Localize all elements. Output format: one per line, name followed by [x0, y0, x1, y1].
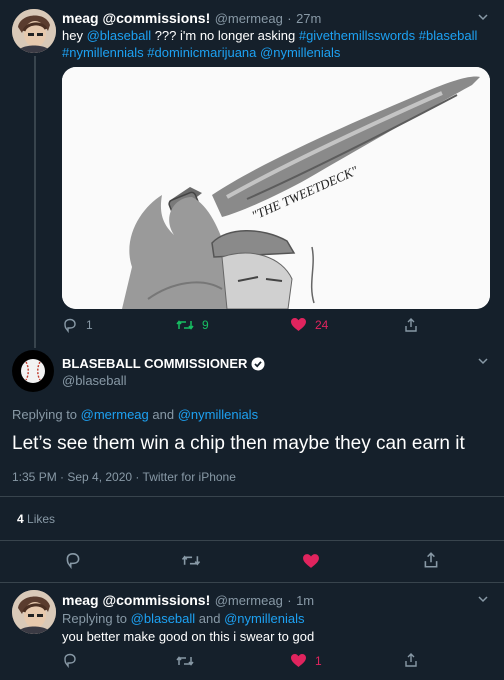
hashtag-link[interactable]: #givethemillsswords: [299, 28, 415, 43]
mention-link[interactable]: @nymillenials: [260, 45, 340, 60]
heart-icon: [291, 318, 306, 331]
separator: ·: [287, 11, 292, 26]
replying-to: Replying to @blaseball and @nymillenials: [62, 610, 304, 627]
retweet-count: 9: [202, 318, 209, 332]
share-icon: [405, 318, 417, 332]
replying-and: and: [195, 611, 225, 626]
retweet-button[interactable]: [176, 653, 194, 669]
divider: [0, 540, 504, 541]
tweet-text: hey @blaseball ??? i'm no longer asking …: [62, 27, 482, 61]
mention-link[interactable]: @blaseball: [87, 28, 152, 43]
avatar[interactable]: [12, 350, 54, 392]
text-segment: hey: [62, 28, 87, 43]
author-line: BLASEBALL COMMISSIONER: [62, 356, 265, 371]
likes-stat[interactable]: 4 Likes: [17, 512, 55, 526]
tweet-text: Let’s see them win a chip then maybe the…: [12, 433, 465, 454]
artwork-image: "THE TWEETDECK": [62, 67, 490, 309]
mention-link[interactable]: @nymillenials: [178, 407, 258, 422]
chevron-down-icon[interactable]: [478, 594, 488, 604]
reply-button[interactable]: [62, 652, 78, 668]
handle[interactable]: @mermeag: [215, 11, 283, 26]
mention-link[interactable]: @mermeag: [81, 407, 149, 422]
like-count: 24: [315, 317, 329, 332]
display-name[interactable]: meag @commissions!: [62, 592, 210, 608]
reply-button[interactable]: 1: [62, 317, 93, 333]
retweet-icon: [181, 555, 201, 566]
replying-label: Replying to: [12, 407, 81, 422]
retweet-button[interactable]: [181, 552, 201, 569]
verified-icon: [251, 357, 265, 370]
heart-icon: [303, 554, 319, 568]
likes-label: Likes: [23, 512, 56, 526]
timestamp[interactable]: 27m: [296, 11, 321, 26]
like-button[interactable]: 1: [290, 653, 322, 668]
retweet-button[interactable]: 9: [176, 317, 209, 333]
thread-line: [34, 56, 36, 348]
heart-icon: [291, 654, 306, 667]
hashtag-link[interactable]: #nymillennials: [62, 45, 144, 60]
hashtag-link[interactable]: #dominicmarijuana: [147, 45, 256, 60]
replying-to: Replying to @mermeag and @nymillenials: [12, 406, 258, 423]
share-button[interactable]: [403, 652, 419, 668]
like-count: 1: [315, 653, 322, 668]
divider: [0, 582, 504, 583]
handle[interactable]: @blaseball: [62, 372, 127, 389]
hashtag-link[interactable]: #blaseball: [419, 28, 478, 43]
replying-and: and: [148, 407, 178, 422]
like-button[interactable]: [302, 553, 320, 569]
display-name[interactable]: meag @commissions!: [62, 10, 210, 26]
reply-icon: [64, 318, 76, 333]
display-name[interactable]: BLASEBALL COMMISSIONER: [62, 356, 247, 371]
likes-count: 4: [17, 512, 24, 526]
divider: [0, 496, 504, 497]
avatar[interactable]: [12, 9, 56, 53]
reply-count: 1: [86, 318, 93, 332]
like-button[interactable]: 24: [290, 317, 328, 332]
tweet-text: you better make good on this i swear to …: [62, 629, 315, 644]
mention-link[interactable]: @blaseball: [131, 611, 196, 626]
avatar[interactable]: [12, 590, 56, 634]
chevron-down-icon[interactable]: [478, 12, 488, 22]
tweet-header: meag @commissions! @mermeag · 27m: [62, 10, 321, 28]
mention-link[interactable]: @nymillenials: [224, 611, 304, 626]
separator: ·: [287, 593, 292, 608]
text-segment: ??? i'm no longer asking: [151, 28, 299, 43]
share-button[interactable]: [422, 551, 440, 569]
share-icon: [424, 552, 438, 568]
share-button[interactable]: [403, 317, 419, 333]
replying-label: Replying to: [62, 611, 131, 626]
reply-button[interactable]: [64, 551, 82, 569]
baseball-icon: [21, 359, 45, 383]
chevron-down-icon[interactable]: [478, 356, 488, 366]
tweet-image[interactable]: "THE TWEETDECK": [62, 67, 490, 309]
reply-icon: [64, 653, 76, 668]
handle[interactable]: @mermeag: [215, 593, 283, 608]
tweet-meta[interactable]: 1:35 PM · Sep 4, 2020 · Twitter for iPho…: [12, 470, 236, 484]
timestamp[interactable]: 1m: [296, 593, 314, 608]
reply-icon: [66, 553, 80, 569]
tweet-header: meag @commissions! @mermeag · 1m: [62, 592, 314, 610]
retweet-icon: [176, 656, 194, 666]
retweet-icon: [176, 320, 194, 330]
share-icon: [405, 653, 417, 667]
